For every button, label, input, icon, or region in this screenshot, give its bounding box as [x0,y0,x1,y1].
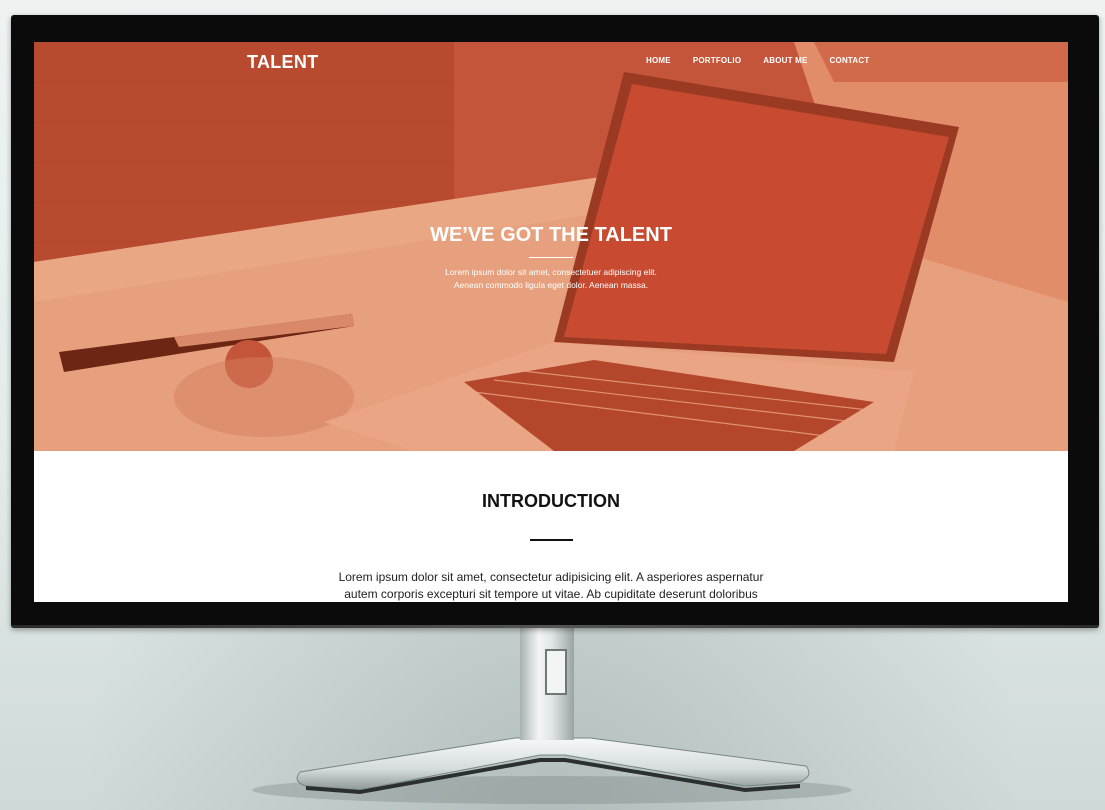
nav-about-me[interactable]: ABOUT ME [763,56,807,65]
hero-subtitle-line-1: Lorem ipsum dolor sit amet, consectetuer… [445,267,657,277]
intro-title: INTRODUCTION [482,491,620,511]
cable-slot [545,649,567,695]
nav-contact[interactable]: CONTACT [830,56,870,65]
hero-title: WE’VE GOT THE TALENT [430,224,672,246]
intro-text-line-1: Lorem ipsum dolor sit amet, consectetur … [338,570,764,584]
hero-subtitle: Lorem ipsum dolor sit amet, consectetuer… [34,266,1068,292]
monitor-frame: TALENT HOME PORTFOLIO ABOUT ME CONTACT W… [11,15,1099,628]
hero-subtitle-line-2: Aenean commodo ligula eget dolor. Aenean… [453,280,649,290]
intro-text: Lorem ipsum dolor sit amet, consectetur … [334,569,768,602]
hero-divider [529,257,573,258]
nav-portfolio[interactable]: PORTFOLIO [693,56,741,65]
brand-logo[interactable]: TALENT [247,52,318,73]
main-nav: HOME PORTFOLIO ABOUT ME CONTACT [646,56,891,65]
intro-text-line-2: autem corporis excepturi sit tempore ut … [344,587,758,601]
nav-home[interactable]: HOME [646,56,671,65]
intro-divider [530,539,573,541]
website-screen: TALENT HOME PORTFOLIO ABOUT ME CONTACT W… [34,42,1068,602]
hero-section: TALENT HOME PORTFOLIO ABOUT ME CONTACT W… [34,42,1068,451]
